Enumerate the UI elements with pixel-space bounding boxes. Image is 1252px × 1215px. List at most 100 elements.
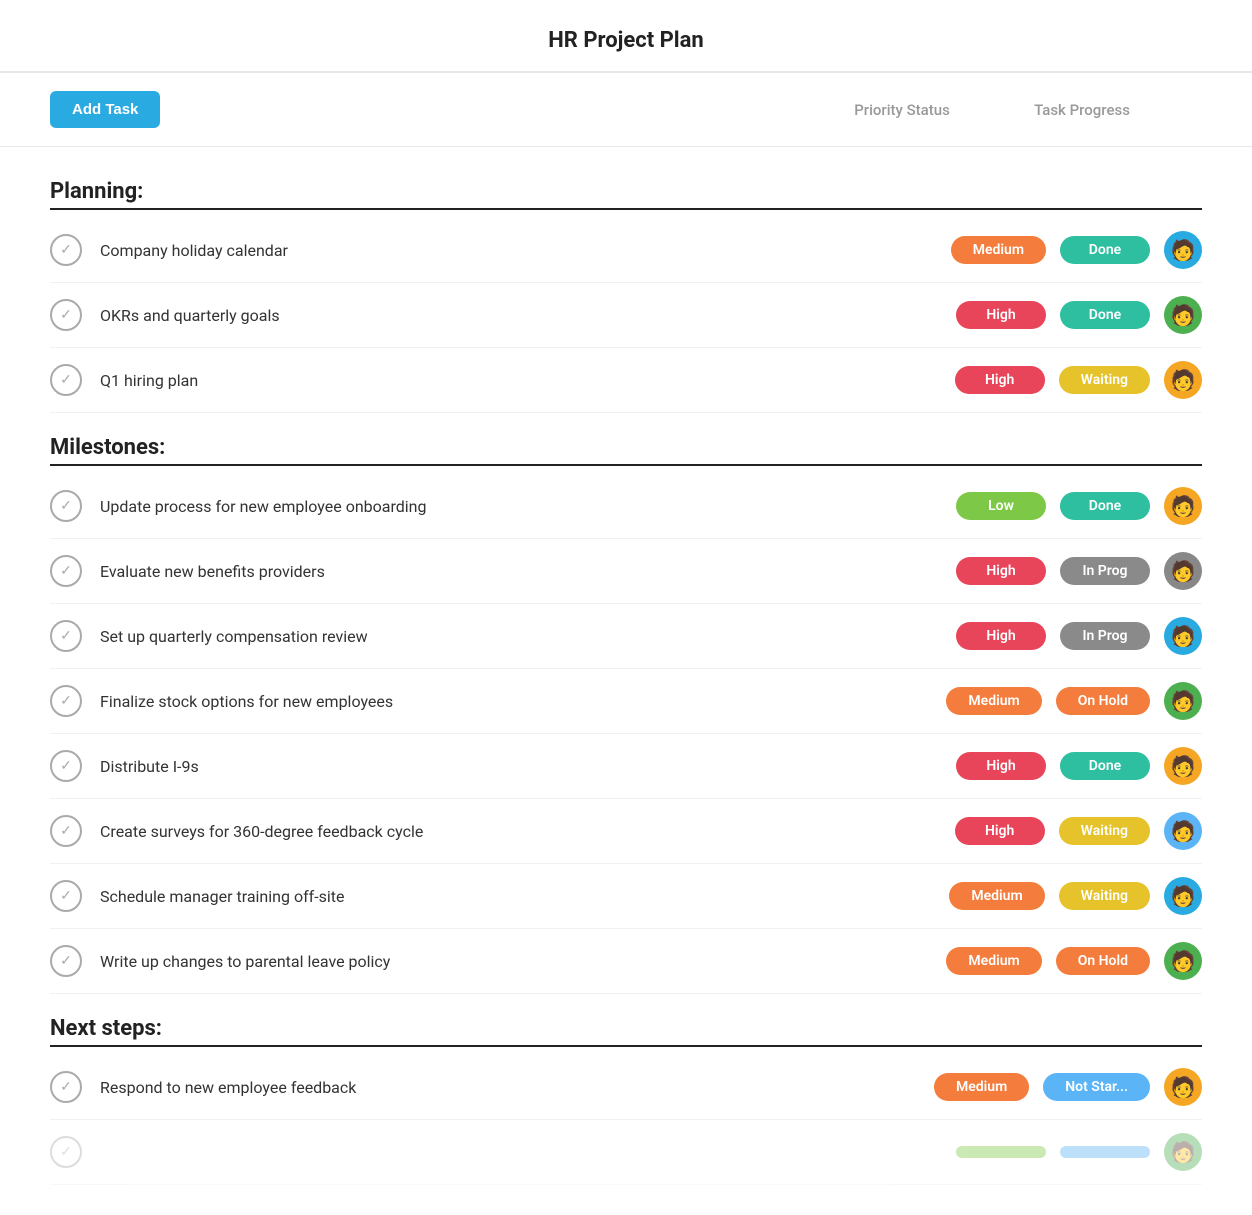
priority-badge[interactable]: Medium xyxy=(946,687,1041,715)
task-row[interactable]: ✓Set up quarterly compensation reviewHig… xyxy=(50,604,1202,669)
task-badges: High In Prog 🧑 xyxy=(956,617,1202,655)
status-badge[interactable]: In Prog xyxy=(1060,622,1150,650)
avatar: 🧑 xyxy=(1164,231,1202,269)
priority-badge[interactable]: Medium xyxy=(934,1073,1029,1101)
section-planning: Planning:✓Company holiday calendarMedium… xyxy=(50,179,1202,413)
task-row[interactable]: ✓ Write up changes to parental leave poli… xyxy=(50,929,1202,994)
avatar: 🧑 xyxy=(1164,747,1202,785)
task-badges: High Done 🧑 xyxy=(956,747,1202,785)
task-progress-header: Task Progress xyxy=(1022,101,1142,119)
status-badge[interactable]: In Prog xyxy=(1060,557,1150,585)
task-name: Distribute I-9s xyxy=(100,757,956,776)
task-name: OKRs and quarterly goals xyxy=(100,306,956,325)
task-checkbox[interactable]: ✓ xyxy=(50,364,82,396)
avatar: 🧑 xyxy=(1164,296,1202,334)
status-badge[interactable]: Not Star... xyxy=(1043,1073,1150,1101)
priority-badge[interactable]: High xyxy=(955,366,1045,394)
task-checkbox[interactable]: ✓ xyxy=(50,299,82,331)
task-badges: Low Done 🧑 xyxy=(956,487,1202,525)
page-title: HR Project Plan xyxy=(548,28,704,53)
task-name: Respond to new employee feedback xyxy=(100,1078,934,1097)
priority-badge[interactable]: Medium xyxy=(946,947,1041,975)
priority-badge[interactable]: High xyxy=(956,301,1046,329)
priority-badge[interactable] xyxy=(956,1146,1046,1158)
section-next-steps: Next steps:✓Respond to new employee feed… xyxy=(50,1016,1202,1185)
avatar: 🧑 xyxy=(1164,942,1202,980)
task-checkbox[interactable]: ✓ xyxy=(50,620,82,652)
avatar: 🧑 xyxy=(1164,1068,1202,1106)
priority-badge[interactable]: High xyxy=(956,622,1046,650)
task-name: Evaluate new benefits providers xyxy=(100,562,956,581)
section-divider-milestones xyxy=(50,464,1202,466)
task-row[interactable]: ✓ OKRs and quarterly goalsHigh Done 🧑 xyxy=(50,283,1202,348)
task-checkbox[interactable]: ✓ xyxy=(50,1071,82,1103)
task-name: Finalize stock options for new employees xyxy=(100,692,946,711)
task-row[interactable]: ✓ Distribute I-9sHigh Done 🧑 xyxy=(50,734,1202,799)
task-row[interactable]: ✓ Create surveys for 360-degree feedback … xyxy=(50,799,1202,864)
task-checkbox[interactable]: ✓ xyxy=(50,750,82,782)
task-row[interactable]: ✓ Evaluate new benefits providersHigh In P… xyxy=(50,539,1202,604)
task-row[interactable]: ✓🧑 xyxy=(50,1120,1202,1185)
status-badge[interactable]: Waiting xyxy=(1059,817,1150,845)
task-checkbox[interactable]: ✓ xyxy=(50,1136,82,1168)
priority-badge[interactable]: High xyxy=(956,557,1046,585)
status-badge[interactable]: Done xyxy=(1060,752,1150,780)
task-badges: HighIn Prog🧑 xyxy=(956,552,1202,590)
task-checkbox[interactable]: ✓ xyxy=(50,555,82,587)
task-badges: MediumOn Hold🧑 xyxy=(946,682,1202,720)
status-badge[interactable]: On Hold xyxy=(1056,687,1150,715)
priority-status-header: Priority Status xyxy=(842,101,962,119)
task-badges: HighWaiting🧑 xyxy=(955,812,1202,850)
section-milestones: Milestones: ✓ Update process for new emplo… xyxy=(50,435,1202,994)
task-name: Company holiday calendar xyxy=(100,241,951,260)
task-row[interactable]: ✓ Company holiday calendarMedium Done 🧑 xyxy=(50,218,1202,283)
task-badges: 🧑 xyxy=(956,1133,1202,1171)
avatar: 🧑 xyxy=(1164,1133,1202,1171)
avatar: 🧑 xyxy=(1164,361,1202,399)
status-badge[interactable]: Done xyxy=(1060,236,1150,264)
task-checkbox[interactable]: ✓ xyxy=(50,234,82,266)
task-row[interactable]: ✓ Finalize stock options for new employee… xyxy=(50,669,1202,734)
section-title-milestones: Milestones: xyxy=(50,435,1202,460)
task-row[interactable]: ✓ Update process for new employee onboard… xyxy=(50,474,1202,539)
priority-badge[interactable]: Medium xyxy=(949,882,1044,910)
task-name: Q1 hiring plan xyxy=(100,371,955,390)
add-task-button[interactable]: Add Task xyxy=(50,91,160,128)
task-name: Write up changes to parental leave polic… xyxy=(100,952,946,971)
priority-badge[interactable]: High xyxy=(956,752,1046,780)
avatar: 🧑 xyxy=(1164,617,1202,655)
task-badges: High Waiting 🧑 xyxy=(955,361,1202,399)
avatar: 🧑 xyxy=(1164,487,1202,525)
task-checkbox[interactable]: ✓ xyxy=(50,490,82,522)
status-badge[interactable]: Waiting xyxy=(1059,882,1150,910)
section-divider-next-steps xyxy=(50,1045,1202,1047)
task-checkbox[interactable]: ✓ xyxy=(50,945,82,977)
status-badge[interactable]: On Hold xyxy=(1056,947,1150,975)
task-row[interactable]: ✓ Schedule manager training off-siteMediu… xyxy=(50,864,1202,929)
section-divider-planning xyxy=(50,208,1202,210)
priority-badge[interactable]: High xyxy=(955,817,1045,845)
task-badges: High Done 🧑 xyxy=(956,296,1202,334)
column-headers: Priority Status Task Progress xyxy=(842,101,1142,119)
task-badges: Medium Done 🧑 xyxy=(951,231,1202,269)
priority-badge[interactable]: Medium xyxy=(951,236,1046,264)
task-name: Update process for new employee onboardi… xyxy=(100,497,956,516)
task-row[interactable]: ✓ Respond to new employee feedbackMedium N… xyxy=(50,1055,1202,1120)
status-badge[interactable]: Done xyxy=(1060,492,1150,520)
task-name: Create surveys for 360-degree feedback c… xyxy=(100,822,955,841)
task-checkbox[interactable]: ✓ xyxy=(50,880,82,912)
task-badges: Medium On Hold 🧑 xyxy=(946,942,1202,980)
task-name: Schedule manager training off-site xyxy=(100,887,949,906)
task-badges: Medium Not Star... 🧑 xyxy=(934,1068,1202,1106)
status-badge[interactable]: Done xyxy=(1060,301,1150,329)
task-badges: Medium Waiting 🧑 xyxy=(949,877,1202,915)
task-checkbox[interactable]: ✓ xyxy=(50,815,82,847)
task-row[interactable]: ✓ Q1 hiring planHigh Waiting 🧑 xyxy=(50,348,1202,413)
status-badge[interactable]: Waiting xyxy=(1059,366,1150,394)
content-area: Planning:✓Company holiday calendarMedium… xyxy=(0,147,1252,1215)
status-badge[interactable] xyxy=(1060,1146,1150,1158)
avatar: 🧑 xyxy=(1164,877,1202,915)
priority-badge[interactable]: Low xyxy=(956,492,1046,520)
task-checkbox[interactable]: ✓ xyxy=(50,685,82,717)
toolbar: Add Task Priority Status Task Progress xyxy=(0,73,1252,147)
